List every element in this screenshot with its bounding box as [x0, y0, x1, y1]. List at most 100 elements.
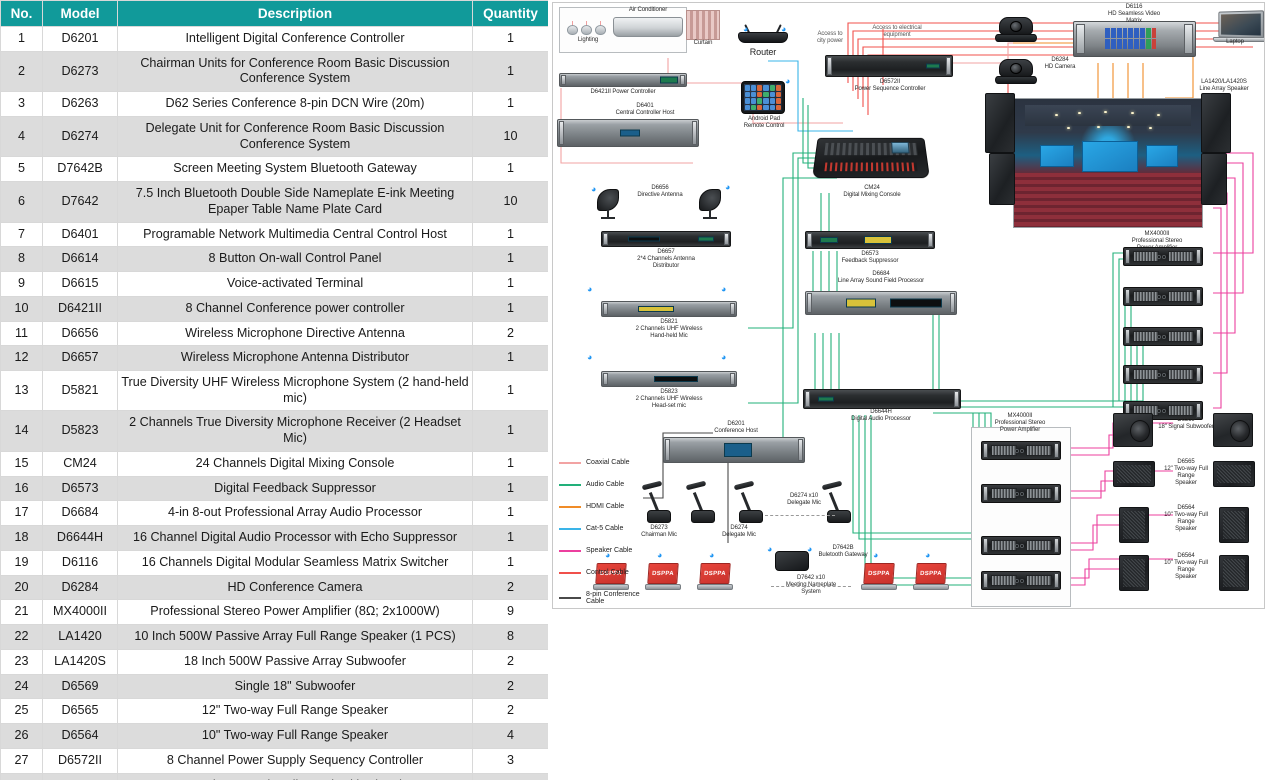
cell-description: Wireless Microphone Directive Antenna — [117, 320, 473, 347]
d6401-central-controller-host-device — [557, 119, 699, 147]
legend-color-swatch — [559, 505, 581, 508]
table-row: 6 D7642 7.5 Inch Bluetooth Double Side Nam… — [0, 181, 548, 223]
cell-model: D6569 — [42, 673, 118, 700]
cell-model: D6284 — [42, 574, 118, 601]
bom-table-body: 1 D6201 Intelligent Digital Conference Con… — [0, 26, 548, 780]
access-electrical-label: Access to electrical equipment — [872, 25, 922, 39]
legend-label: Coaxial Cable — [586, 459, 630, 466]
cell-no: 16 — [0, 475, 43, 502]
mx4000ii-amplifier-device — [1123, 365, 1203, 384]
lighting-bulb-icon — [581, 21, 592, 35]
lighting-bulb-icon — [595, 21, 606, 35]
line-array-label: LA1420/LA1420S Line Array Speaker — [1199, 79, 1249, 93]
mx4000ii-amplifier-device — [981, 484, 1061, 503]
router-label: Router — [749, 47, 777, 57]
table-row: 21 MX4000II Professional Stereo Power Ampl… — [0, 599, 548, 626]
audio-processor-label: D6644H Digital Audio Processor — [851, 409, 911, 423]
cell-model: D5821 — [42, 370, 118, 412]
cell-model: LA1420S — [42, 648, 118, 675]
cell-quantity: 1 — [472, 295, 548, 322]
cell-no: 12 — [0, 345, 43, 372]
cell-model: D6644H — [42, 525, 118, 551]
cell-model: MP30U — [42, 772, 118, 780]
cell-no: 11 — [0, 320, 43, 347]
table-row: 16 D6573 Digital Feedback Suppressor 1 — [0, 475, 548, 502]
table-row: 5 D7642B Screen Meeting System Bluetooth G… — [0, 156, 548, 183]
cell-description: 16 Channels Digital Modular Seamless Mat… — [117, 549, 473, 576]
cell-model: D6201 — [42, 26, 118, 52]
table-row: 14 D5823 2 Channels True Diversity Microph… — [0, 410, 548, 452]
legend-color-swatch — [559, 571, 581, 574]
table-header-row: No. Model Description Quantity — [0, 0, 548, 27]
cell-quantity: 4 — [472, 723, 548, 749]
legend-item: 8-pin Conference Cable — [559, 591, 669, 605]
cell-description: Wireless Microphone Antenna Distributor — [117, 345, 473, 372]
cell-description: HD Conference Camera — [117, 574, 473, 601]
lighting-bulb-icon — [567, 21, 578, 35]
cell-description: D62 Series Conference 8-pin DCN Wire (20… — [117, 91, 473, 117]
feedback-suppressor-label: D6573 Feedback Suppressor — [841, 251, 899, 265]
legend-item: Cat-5 Cable — [559, 525, 669, 532]
cell-no: 2 — [0, 50, 43, 93]
line-array-speaker-device — [1201, 93, 1231, 153]
wifi-icon: ◕ — [781, 24, 787, 34]
cell-no: 26 — [0, 723, 43, 749]
cell-description: 7.5 Inch Bluetooth Double Side Nameplate… — [117, 181, 473, 223]
wifi-icon: ◕ — [767, 544, 773, 554]
legend-label: Audio Cable — [586, 481, 625, 488]
cell-quantity: 10 — [472, 115, 548, 158]
table-row: 1 D6201 Intelligent Digital Conference Con… — [0, 26, 548, 52]
table-row: 2 D6273 Chairman Units for Conference Room… — [0, 50, 548, 93]
cell-quantity: 1 — [472, 500, 548, 527]
nameplate-device: DSPPA — [697, 563, 733, 593]
cell-description: Voice-activated Terminal — [117, 271, 473, 297]
col-header-desc: Description — [117, 0, 473, 27]
table-row: 27 D6572II 8 Channel Power Supply Sequency… — [0, 747, 548, 774]
table-row: 13 D5821 True Diversity UHF Wireless Micro… — [0, 370, 548, 412]
legend-label: Control Cable — [586, 569, 629, 576]
power-controller-label: D6421II Power Controller — [590, 89, 656, 95]
cell-no: 15 — [0, 450, 43, 477]
wifi-icon: ◕ — [587, 284, 593, 294]
central-host-label: D6401 Central Controller Host — [615, 103, 675, 117]
cell-no: 4 — [0, 115, 43, 158]
cell-quantity: 2 — [472, 673, 548, 700]
cell-quantity: 1 — [472, 549, 548, 576]
sound-field-label: D6684 Line Array Sound Field Processor — [837, 271, 925, 285]
bill-of-materials-table: No. Model Description Quantity 1 D6201 Int… — [0, 0, 548, 780]
cell-quantity: 1 — [472, 26, 548, 52]
divider — [765, 515, 835, 516]
cell-description: Screen Meeting System Bluetooth Gateway — [117, 156, 473, 183]
cell-model: D6421II — [42, 295, 118, 322]
android-pad-label: Android Pad Remote Control — [743, 116, 785, 130]
cell-model: D6684 — [42, 500, 118, 527]
cell-no: 5 — [0, 156, 43, 183]
cell-description: 2 Channels True Diversity Microphone Rec… — [117, 410, 473, 452]
cell-model: D6564 — [42, 723, 118, 749]
cell-no: 18 — [0, 525, 43, 551]
cell-no: 24 — [0, 673, 43, 700]
cell-no: 28 — [0, 772, 43, 780]
d5821-handheld-mic-device — [601, 301, 737, 317]
cell-description: 12" Two-way Full Range Speaker — [117, 698, 473, 725]
access-city-power-label: Access to city power — [816, 31, 843, 45]
nameplate-device: DSPPA — [593, 563, 629, 593]
cell-model: D6656 — [42, 320, 118, 347]
cell-quantity: 1 — [472, 345, 548, 372]
table-row: 25 D6565 12" Two-way Full Range Speaker 2 — [0, 698, 548, 725]
cell-model: D5823 — [42, 410, 118, 452]
legend-color-swatch — [559, 483, 581, 486]
d6569-subwoofer-device — [1213, 413, 1253, 447]
mx4000ii-amplifier-device — [1123, 327, 1203, 346]
d6116-video-matrix-device — [1073, 21, 1196, 57]
curtain-label: Curtain — [693, 40, 713, 46]
cell-quantity: 1 — [472, 50, 548, 93]
cell-description: 16 Channel Digital Audio Processor with … — [117, 525, 473, 551]
delegate-mic-label: D6274 Delegate Mic — [722, 525, 756, 539]
d6564-speaker-device — [1119, 507, 1149, 543]
cell-no: 19 — [0, 549, 43, 576]
table-row: 17 D6684 4-in 8-out Professional Array Aud… — [0, 500, 548, 527]
wifi-icon: ◕ — [591, 184, 597, 194]
cell-description: 18 Inch 500W Passive Array Subwoofer — [117, 648, 473, 675]
cell-description: Chairman Units for Conference Room Basic… — [117, 50, 473, 93]
